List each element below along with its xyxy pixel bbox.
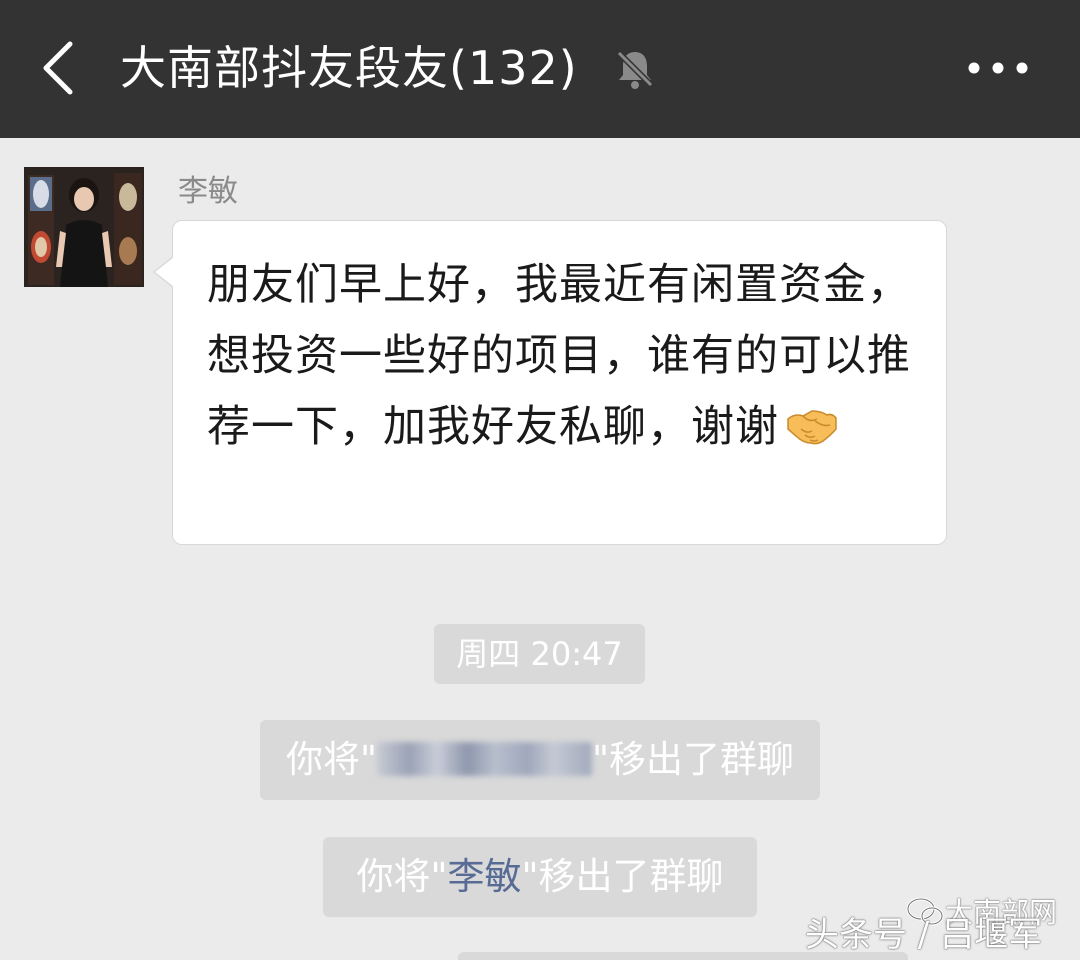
notice-suffix: "移出了群聊: [521, 855, 724, 898]
notice-prefix: 你将": [356, 855, 448, 898]
timestamp-label: 周四 20:47: [434, 624, 645, 684]
next-message-edge: [458, 952, 908, 960]
sender-name: 李敏: [178, 174, 238, 209]
blurred-member-name: [377, 742, 592, 776]
sender-avatar[interactable]: [24, 167, 144, 287]
member-name-link[interactable]: 李敏: [448, 855, 522, 898]
more-options-button[interactable]: [958, 44, 1038, 92]
notice-suffix: "移出了群聊: [592, 738, 795, 781]
chat-header: 大南部抖友段友(132): [0, 0, 1080, 138]
back-button[interactable]: [28, 30, 98, 106]
chevron-left-icon: [43, 41, 73, 95]
avatar-photo: [24, 167, 144, 287]
chat-title: 大南部抖友段友(132): [120, 41, 578, 95]
notice-prefix: 你将": [285, 738, 377, 781]
system-notice-removed-member: 你将" "移出了群聊: [260, 720, 820, 800]
watermark: 大南部网 头条号 / 吕堰军: [805, 885, 1075, 955]
watermark-source: 头条号 / 吕堰军: [805, 915, 1043, 955]
message-content: 朋友们早上好，我最近有闲置资金，想投资一些好的项目，谁有的可以推荐一下，加我好友…: [207, 250, 917, 463]
bubble-tail-fill: [155, 257, 174, 287]
ellipsis-icon: [968, 62, 1028, 74]
bell-muted-icon: [612, 46, 658, 92]
system-notice-removed-member: 你将"李敏"移出了群聊: [323, 837, 757, 917]
handshake-emoji-icon: [785, 398, 839, 445]
